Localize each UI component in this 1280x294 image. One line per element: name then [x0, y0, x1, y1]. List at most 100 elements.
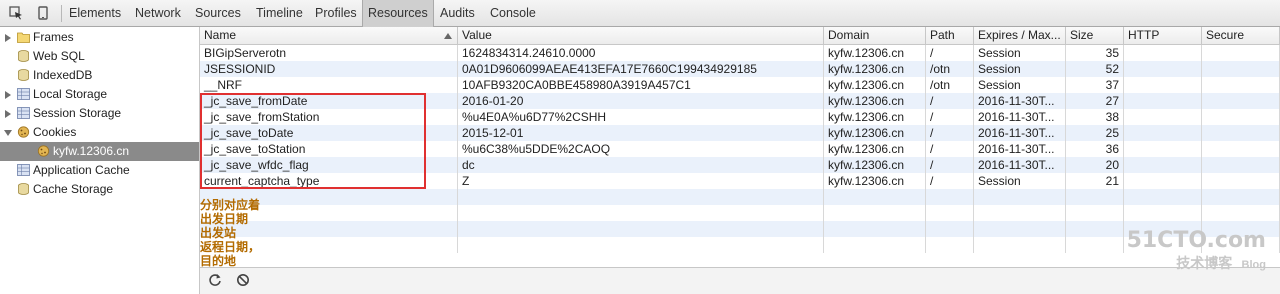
table-cell-value [458, 237, 824, 253]
table-cell-domain [824, 205, 926, 221]
grid-storage-icon [17, 88, 30, 100]
table-cell-domain [824, 189, 926, 205]
table-cell-path [926, 205, 974, 221]
table-cell-value [458, 189, 824, 205]
table-cell-expires [974, 205, 1066, 221]
table-cell-domain [824, 221, 926, 237]
table-cell-path: / [926, 125, 974, 141]
watermark-logo: 51CTO.com [1126, 228, 1266, 253]
table-cell-expires: Session [974, 77, 1066, 93]
sidebar-item-web-sql[interactable]: Web SQL [0, 47, 199, 66]
disclosure-collapsed-icon[interactable] [5, 91, 11, 99]
table-cell-domain: kyfw.12306.cn [824, 61, 926, 77]
table-cell-expires: 2016-11-30T... [974, 125, 1066, 141]
table-row[interactable]: __NRF 10AFB9320CA0BBE458980A3919A457C1 kyf… [200, 77, 1280, 93]
table-cell-value [458, 205, 824, 221]
column-header-secure[interactable]: Secure [1202, 27, 1280, 44]
table-cell-domain: kyfw.12306.cn [824, 141, 926, 157]
table-cell-value: 2015-12-01 [458, 125, 824, 141]
watermark-sub: 技术博客 [1176, 255, 1233, 271]
tab-sources[interactable]: Sources [195, 0, 241, 27]
bottom-toolbar [200, 267, 1280, 294]
table-cell-path [926, 237, 974, 253]
sort-ascending-icon [444, 33, 452, 39]
sidebar-item-label: kyfw.12306.cn [53, 144, 130, 158]
sidebar-item-indexeddb[interactable]: IndexedDB [0, 66, 199, 85]
tab-elements[interactable]: Elements [69, 0, 121, 27]
column-header-http[interactable]: HTTP [1124, 27, 1202, 44]
column-header-label: Name [204, 28, 237, 42]
sidebar-item-cookies[interactable]: Cookies [0, 123, 199, 142]
column-header-label: Secure [1206, 28, 1245, 42]
inspect-element-icon[interactable] [9, 6, 23, 20]
disclosure-collapsed-icon[interactable] [5, 34, 11, 42]
table-cell-expires: 2016-11-30T... [974, 157, 1066, 173]
table-cell-value: %u6C38%u5DDE%2CAOQ [458, 141, 824, 157]
table-cell-size: 52 [1066, 61, 1124, 77]
devtools-toolbar: Elements Network Sources Timeline Profiles Re… [0, 0, 1280, 27]
disclosure-collapsed-icon[interactable] [5, 110, 11, 118]
database-icon [18, 50, 29, 62]
column-header-size[interactable]: Size [1066, 27, 1124, 44]
sidebar-item-cache-storage[interactable]: Cache Storage [0, 180, 199, 199]
tab-profiles[interactable]: Profiles [315, 0, 357, 27]
table-cell-path: / [926, 173, 974, 189]
sidebar-item-session-storage[interactable]: Session Storage [0, 104, 199, 123]
table-cell-secure [1202, 125, 1280, 141]
clear-icon[interactable] [236, 273, 250, 287]
table-cell-size: 35 [1066, 45, 1124, 61]
sidebar-item-kyfw-12306-cn[interactable]: kyfw.12306.cn [0, 142, 199, 161]
table-cell-domain: kyfw.12306.cn [824, 93, 926, 109]
watermark-blog: Blog [1241, 259, 1266, 271]
table-cell-http [1124, 173, 1202, 189]
table-cell-secure [1202, 173, 1280, 189]
table-cell-name: __NRF [200, 77, 458, 93]
column-header-value[interactable]: Value [458, 27, 824, 44]
column-header-domain[interactable]: Domain [824, 27, 926, 44]
folder-icon [17, 32, 30, 43]
table-row[interactable]: JSESSIONID 0A01D9606099AEAE413EFA17E7660C… [200, 61, 1280, 77]
tab-network[interactable]: Network [135, 0, 181, 27]
device-mode-icon[interactable] [36, 6, 50, 20]
table-cell-value [458, 221, 824, 237]
tab-resources[interactable]: Resources [362, 0, 434, 27]
table-cell-domain: kyfw.12306.cn [824, 173, 926, 189]
table-cell-secure [1202, 189, 1280, 205]
sidebar-item-label: Session Storage [33, 106, 122, 120]
empty-row [200, 205, 1280, 221]
table-cell-expires: Session [974, 45, 1066, 61]
database-icon [18, 69, 29, 81]
tab-timeline[interactable]: Timeline [256, 0, 303, 27]
table-cell-http [1124, 157, 1202, 173]
cookie-icon [17, 126, 30, 138]
column-header-expires-max[interactable]: Expires / Max... [974, 27, 1066, 44]
sidebar-item-application-cache[interactable]: Application Cache [0, 161, 199, 180]
refresh-icon[interactable] [208, 273, 222, 287]
table-header: Name Value Domain Path Expires / Max... Size H… [200, 27, 1280, 45]
table-row[interactable]: BIGipServerotn 1624834314.24610.0000 kyfw.… [200, 45, 1280, 61]
column-header-label: Path [930, 28, 955, 42]
sidebar-item-frames[interactable]: Frames [0, 28, 199, 47]
sidebar-item-local-storage[interactable]: Local Storage [0, 85, 199, 104]
table-cell-domain: kyfw.12306.cn [824, 77, 926, 93]
table-cell-size [1066, 237, 1124, 253]
disclosure-expanded-icon[interactable] [4, 130, 12, 136]
highlight-box [200, 93, 426, 189]
annotation-line: 分别对应着 [200, 198, 261, 212]
annotation-line: 返程日期， [200, 240, 261, 254]
tab-audits[interactable]: Audits [440, 0, 475, 27]
table-cell-http [1124, 125, 1202, 141]
table-cell-secure [1202, 77, 1280, 93]
sidebar-item-label: IndexedDB [33, 68, 93, 82]
column-header-name[interactable]: Name [200, 27, 458, 44]
database-icon [18, 183, 29, 195]
table-cell-expires: 2016-11-30T... [974, 93, 1066, 109]
sidebar-item-label: Frames [33, 30, 74, 44]
tab-console[interactable]: Console [490, 0, 536, 27]
annotation-line: 目的地 [200, 254, 237, 267]
table-cell-secure [1202, 157, 1280, 173]
table-cell-domain: kyfw.12306.cn [824, 45, 926, 61]
column-header-path[interactable]: Path [926, 27, 974, 44]
empty-row [200, 189, 1280, 205]
table-cell-size: 27 [1066, 93, 1124, 109]
